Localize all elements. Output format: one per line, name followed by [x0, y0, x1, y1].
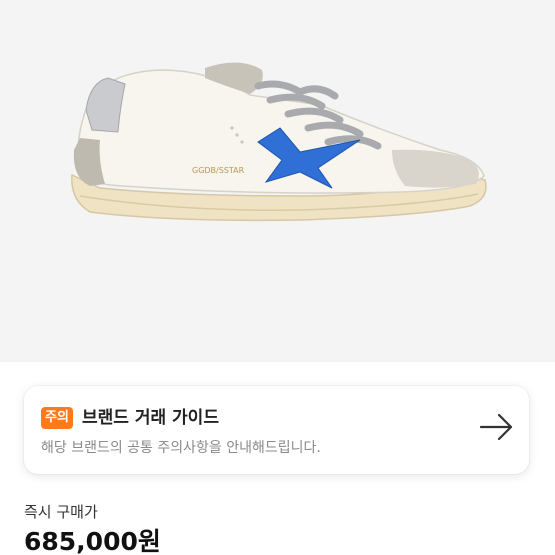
heel-label: GGDB/SSTAR: [192, 166, 245, 175]
buy-now-price-label: 즉시 구매가: [24, 503, 98, 521]
sneaker-image: GGDB/SSTAR: [71, 62, 487, 222]
product-page: GGDB/SSTAR 주의 브랜드 거래 가이드 해당 브랜드의 공통 주의사항…: [0, 0, 555, 555]
heel-tab: [85, 77, 126, 133]
caution-badge: 주의: [41, 407, 73, 429]
product-image[interactable]: GGDB/SSTAR: [0, 0, 555, 362]
buy-now-price-value: 685,000원: [24, 527, 161, 555]
arrow-right-icon[interactable]: [479, 412, 515, 442]
product-details: 주의 브랜드 거래 가이드 해당 브랜드의 공통 주의사항을 안내해드립니다. …: [0, 362, 555, 555]
brand-guide-card[interactable]: 주의 브랜드 거래 가이드 해당 브랜드의 공통 주의사항을 안내해드립니다.: [24, 386, 529, 474]
guide-subtitle: 해당 브랜드의 공통 주의사항을 안내해드립니다.: [41, 440, 321, 456]
toe-suede: [392, 149, 479, 188]
guide-title: 브랜드 거래 가이드: [82, 408, 219, 428]
